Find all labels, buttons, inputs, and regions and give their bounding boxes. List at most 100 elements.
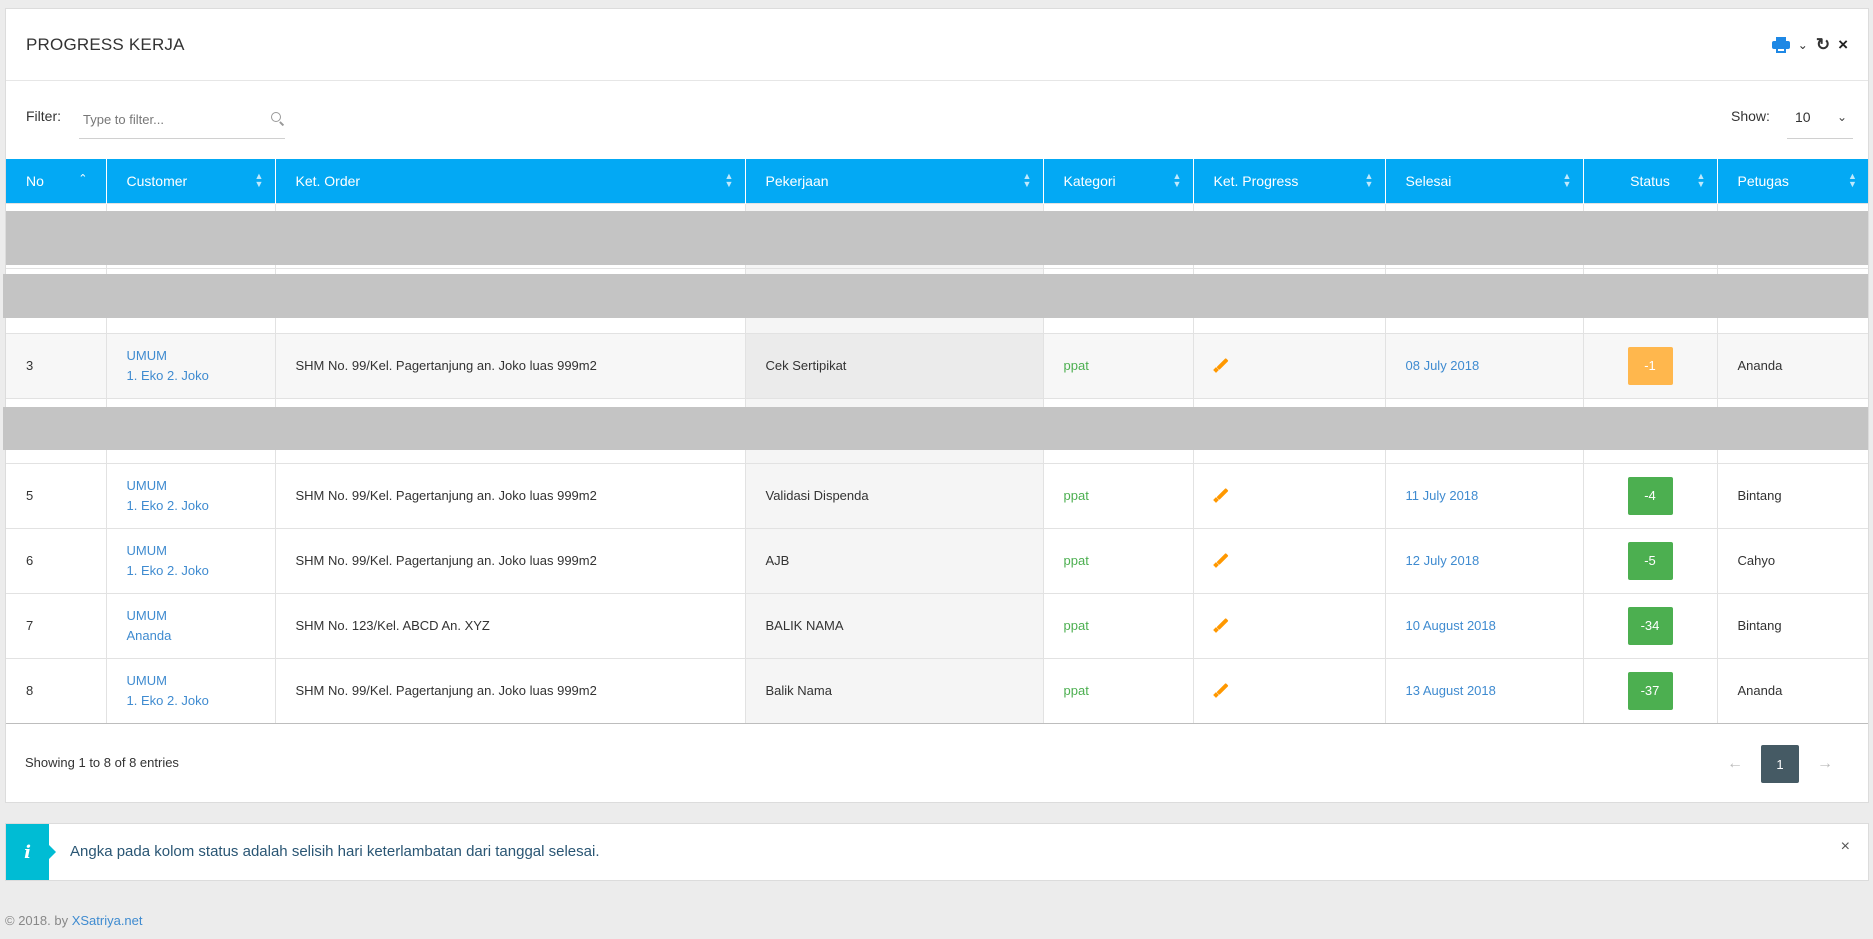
- cell-pekerjaan: BALIK NAMA: [745, 592, 1044, 658]
- column-label: Selesai: [1405, 172, 1452, 189]
- alert-text: Angka pada kolom status adalah selisih h…: [70, 843, 600, 860]
- cell-selesai: 10 August 2018: [1385, 592, 1584, 658]
- customer-names-link[interactable]: 1. Eko 2. Joko: [127, 691, 275, 711]
- info-alert: i Angka pada kolom status adalah selisih…: [5, 823, 1869, 881]
- cell-ket-progress: [1193, 527, 1386, 593]
- redaction-bar: [3, 274, 1868, 318]
- cell-customer: UMUM 1. Eko 2. Joko: [106, 462, 276, 528]
- table-row[interactable]: 3 UMUM 1. Eko 2. Joko SHM No. 99/Kel. Pag…: [6, 332, 1868, 398]
- table-row[interactable]: 8 UMUM 1. Eko 2. Joko SHM No. 99/Kel. Pag…: [6, 657, 1868, 724]
- column-header-status[interactable]: Status ▲ ▼: [1583, 159, 1718, 203]
- close-icon[interactable]: ×: [1841, 838, 1850, 856]
- cell-no: 5: [6, 462, 107, 528]
- customer-names-link[interactable]: 1. Eko 2. Joko: [127, 366, 275, 386]
- column-header-customer[interactable]: Customer ▲ ▼: [106, 159, 276, 203]
- pencil-icon[interactable]: [1212, 616, 1230, 633]
- cell-status: -5: [1583, 527, 1718, 593]
- filter-box: [79, 101, 285, 139]
- sort-icon: ▲ ▼: [1696, 171, 1706, 189]
- page-title: PROGRESS KERJA: [26, 35, 185, 54]
- customer-link[interactable]: UMUM: [127, 541, 275, 561]
- status-badge: -1: [1627, 346, 1673, 385]
- sort-icon: ▲ ▼: [1848, 171, 1857, 189]
- cell-no: 3: [6, 332, 107, 398]
- cell-selesai: 12 July 2018: [1385, 527, 1584, 593]
- chevron-down-icon[interactable]: ⌄: [1798, 38, 1808, 52]
- printer-icon[interactable]: [1771, 37, 1790, 53]
- pencil-icon[interactable]: [1212, 486, 1230, 503]
- customer-link[interactable]: UMUM: [127, 671, 275, 691]
- page-size-value: 10: [1795, 109, 1811, 125]
- cell-customer: UMUM Ananda: [106, 592, 276, 658]
- column-label: Customer: [126, 172, 188, 189]
- progress-panel: PROGRESS KERJA ⌄ ↻ × Filter: Show: 10 ⌄: [3, 8, 1869, 803]
- page-size-select[interactable]: 10 ⌄: [1787, 101, 1853, 139]
- cell-ket-order: SHM No. 123/Kel. ABCD An. XYZ: [275, 592, 746, 658]
- cell-petugas: Ananda: [1717, 657, 1868, 724]
- column-header-kategori[interactable]: Kategori ▲ ▼: [1043, 159, 1194, 203]
- column-label: Petugas: [1737, 172, 1789, 189]
- sort-asc-icon: ⌃: [78, 173, 88, 185]
- column-label: Ket. Order: [295, 172, 361, 189]
- column-header-ket-progress[interactable]: Ket. Progress ▲ ▼: [1193, 159, 1386, 203]
- filter-row: Filter: Show: 10 ⌄: [6, 81, 1868, 159]
- redaction-bar: [3, 407, 1868, 450]
- next-page-arrow-icon[interactable]: →: [1817, 755, 1833, 773]
- copyright-link[interactable]: XSatriya.net: [72, 913, 143, 928]
- prev-page-arrow-icon[interactable]: ←: [1727, 755, 1743, 773]
- sort-icon: ▲ ▼: [1364, 171, 1374, 189]
- table-row[interactable]: 5 UMUM 1. Eko 2. Joko SHM No. 99/Kel. Pag…: [6, 462, 1868, 528]
- cell-kategori: ppat: [1043, 527, 1194, 593]
- cell-petugas: Ananda: [1717, 332, 1868, 398]
- table-header-row: No ⌃ Customer ▲ ▼ Ket. Order ▲ ▼ Pekerjaan ▲ ▼ …: [6, 159, 1868, 203]
- pencil-icon[interactable]: [1212, 356, 1230, 373]
- column-header-petugas[interactable]: Petugas ▲ ▼: [1717, 159, 1868, 203]
- column-label: Pekerjaan: [765, 172, 829, 189]
- panel-header: PROGRESS KERJA ⌄ ↻ ×: [6, 9, 1868, 81]
- cell-selesai: 08 July 2018: [1385, 332, 1584, 398]
- refresh-icon[interactable]: ↻: [1816, 35, 1830, 55]
- table-row[interactable]: 7 UMUM Ananda SHM No. 123/Kel. ABCD An. X…: [6, 592, 1868, 658]
- column-header-pekerjaan[interactable]: Pekerjaan ▲ ▼: [745, 159, 1044, 203]
- filter-input[interactable]: [79, 101, 259, 137]
- column-label: Kategori: [1063, 172, 1116, 189]
- status-badge: -34: [1627, 606, 1673, 645]
- column-header-selesai[interactable]: Selesai ▲ ▼: [1385, 159, 1584, 203]
- cell-ket-order: SHM No. 99/Kel. Pagertanjung an. Joko lu…: [275, 462, 746, 528]
- cell-pekerjaan: Cek Sertipikat: [745, 332, 1044, 398]
- column-header-no[interactable]: No ⌃: [6, 159, 107, 203]
- customer-names-link[interactable]: Ananda: [127, 626, 275, 646]
- show-label: Show:: [1731, 108, 1770, 124]
- cell-customer: UMUM 1. Eko 2. Joko: [106, 527, 276, 593]
- cell-ket-order: SHM No. 99/Kel. Pagertanjung an. Joko lu…: [275, 527, 746, 593]
- cell-ket-progress: [1193, 332, 1386, 398]
- pencil-icon[interactable]: [1212, 551, 1230, 568]
- sort-icon: ▲ ▼: [254, 171, 264, 189]
- cell-selesai: 11 July 2018: [1385, 462, 1584, 528]
- cell-ket-order: SHM No. 99/Kel. Pagertanjung an. Joko lu…: [275, 657, 746, 724]
- close-icon[interactable]: ×: [1838, 35, 1848, 55]
- chevron-down-icon: ⌄: [1836, 110, 1847, 124]
- table-row[interactable]: 6 UMUM 1. Eko 2. Joko SHM No. 99/Kel. Pag…: [6, 527, 1868, 593]
- search-icon[interactable]: [271, 112, 285, 126]
- copyright-text: © 2018. by: [5, 913, 72, 928]
- cell-status: -1: [1583, 332, 1718, 398]
- cell-kategori: ppat: [1043, 592, 1194, 658]
- cell-customer: UMUM 1. Eko 2. Joko: [106, 332, 276, 398]
- customer-link[interactable]: UMUM: [127, 476, 275, 496]
- cell-status: -34: [1583, 592, 1718, 658]
- status-badge: -37: [1627, 671, 1673, 710]
- column-header-ket-order[interactable]: Ket. Order ▲ ▼: [275, 159, 746, 203]
- customer-link[interactable]: UMUM: [127, 346, 275, 366]
- pencil-icon[interactable]: [1212, 681, 1230, 698]
- page-button-1[interactable]: 1: [1761, 745, 1799, 783]
- sort-icon: ▲ ▼: [1562, 171, 1572, 189]
- sort-icon: ▲ ▼: [1022, 171, 1032, 189]
- cell-ket-progress: [1193, 462, 1386, 528]
- customer-names-link[interactable]: 1. Eko 2. Joko: [127, 496, 275, 516]
- cell-status: -37: [1583, 657, 1718, 724]
- customer-link[interactable]: UMUM: [127, 606, 275, 626]
- customer-names-link[interactable]: 1. Eko 2. Joko: [127, 561, 275, 581]
- cell-ket-progress: [1193, 657, 1386, 724]
- cell-no: 6: [6, 527, 107, 593]
